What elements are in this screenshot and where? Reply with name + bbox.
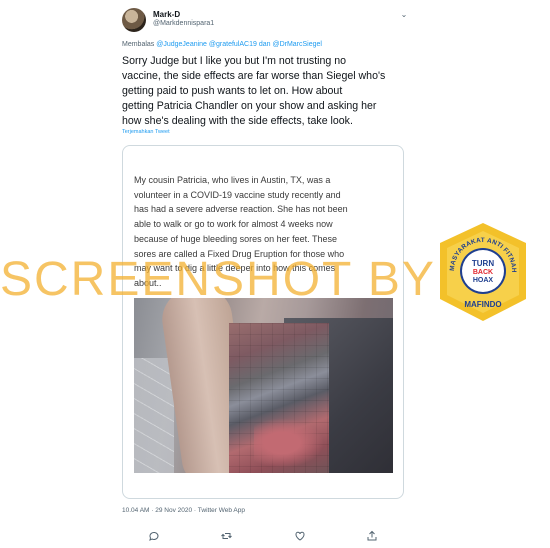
attached-image-card[interactable]: My cousin Patricia, who lives in Austin,… <box>122 145 404 499</box>
tweet-text: Sorry Judge but I like you but I'm not t… <box>122 54 422 129</box>
tweet-text-line: how she's dealing with the side effects,… <box>122 115 353 127</box>
card-text-line: sores are called a Fixed Drug Eruption f… <box>134 248 345 259</box>
seal-center-line: BACK <box>473 269 493 276</box>
tweet-actions <box>122 528 402 544</box>
card-text-line: volunteer in a COVID-19 vaccine study re… <box>134 189 341 200</box>
card-text-line: has had a severe adverse reaction. She h… <box>134 204 348 215</box>
reply-prefix: Membalas <box>122 41 155 48</box>
blurred-photo <box>134 298 393 473</box>
reply-and: dan <box>258 41 271 48</box>
photo-floor <box>134 358 174 473</box>
mafindo-seal-logo: MASYARAKAT ANTI FITNAH INDONESIA TURN BA… <box>433 216 530 323</box>
reply-context: Membalas @JudgeJeanine @gratefulAC19 dan… <box>122 41 322 48</box>
like-icon[interactable] <box>292 528 308 544</box>
card-text-line: may want to dig a little deeper into how… <box>134 263 336 274</box>
translate-tweet-link[interactable]: Terjemahkan Tweet <box>122 129 170 135</box>
chevron-down-icon[interactable]: ⌄ <box>398 10 410 20</box>
mention-link[interactable]: @gratefulAC19 <box>209 41 257 48</box>
pixelated-sores <box>254 418 324 468</box>
mention-link[interactable]: @JudgeJeanine <box>156 41 207 48</box>
seal-center-line: HOAX <box>473 277 494 284</box>
avatar[interactable] <box>122 8 146 32</box>
card-text-line: able to walk or go to work for almost 4 … <box>134 219 333 230</box>
tweet-text-line: vaccine, the side effects are far worse … <box>122 70 386 82</box>
display-name[interactable]: Mark-D <box>153 10 180 19</box>
tweet-text-line: Sorry Judge but I like you but I'm not t… <box>122 55 347 67</box>
card-text-line: My cousin Patricia, who lives in Austin,… <box>134 175 331 185</box>
share-icon[interactable] <box>364 528 380 544</box>
seal-center-line: TURN <box>472 259 494 268</box>
card-text-line: because of huge bleeding sores on her fe… <box>134 233 337 244</box>
seal-bottom-text: MAFINDO <box>464 300 501 309</box>
tweet-text-line: getting Patricia Chandler on your show a… <box>122 100 377 112</box>
retweet-icon[interactable] <box>218 528 234 544</box>
card-text: My cousin Patricia, who lives in Austin,… <box>134 173 400 291</box>
card-text-line: about.. <box>134 277 162 288</box>
user-handle[interactable]: @Markdennispara1 <box>153 20 214 27</box>
mention-link[interactable]: @DrMarcSiegel <box>272 41 322 48</box>
tweet-text-line: getting paid to push wants to let on. Ho… <box>122 85 343 97</box>
tweet-timestamp[interactable]: 10.04 AM · 29 Nov 2020 · Twitter Web App <box>122 507 245 514</box>
reply-icon[interactable] <box>146 528 162 544</box>
